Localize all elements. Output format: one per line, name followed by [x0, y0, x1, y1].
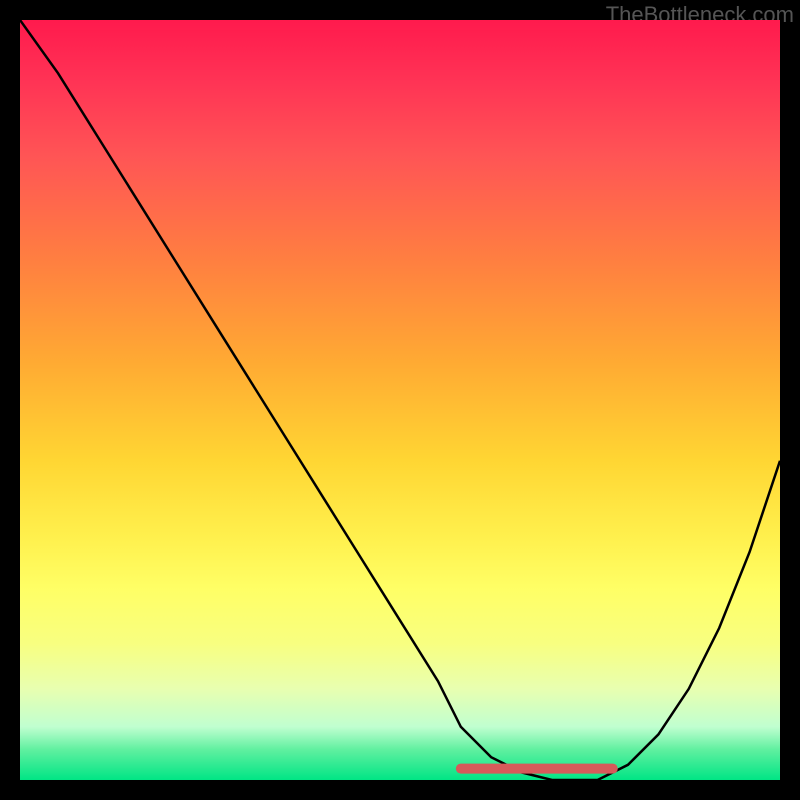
bottleneck-curve-path [20, 20, 780, 780]
plot-area [20, 20, 780, 780]
chart-svg [20, 20, 780, 780]
chart-container: TheBottleneck.com [0, 0, 800, 800]
